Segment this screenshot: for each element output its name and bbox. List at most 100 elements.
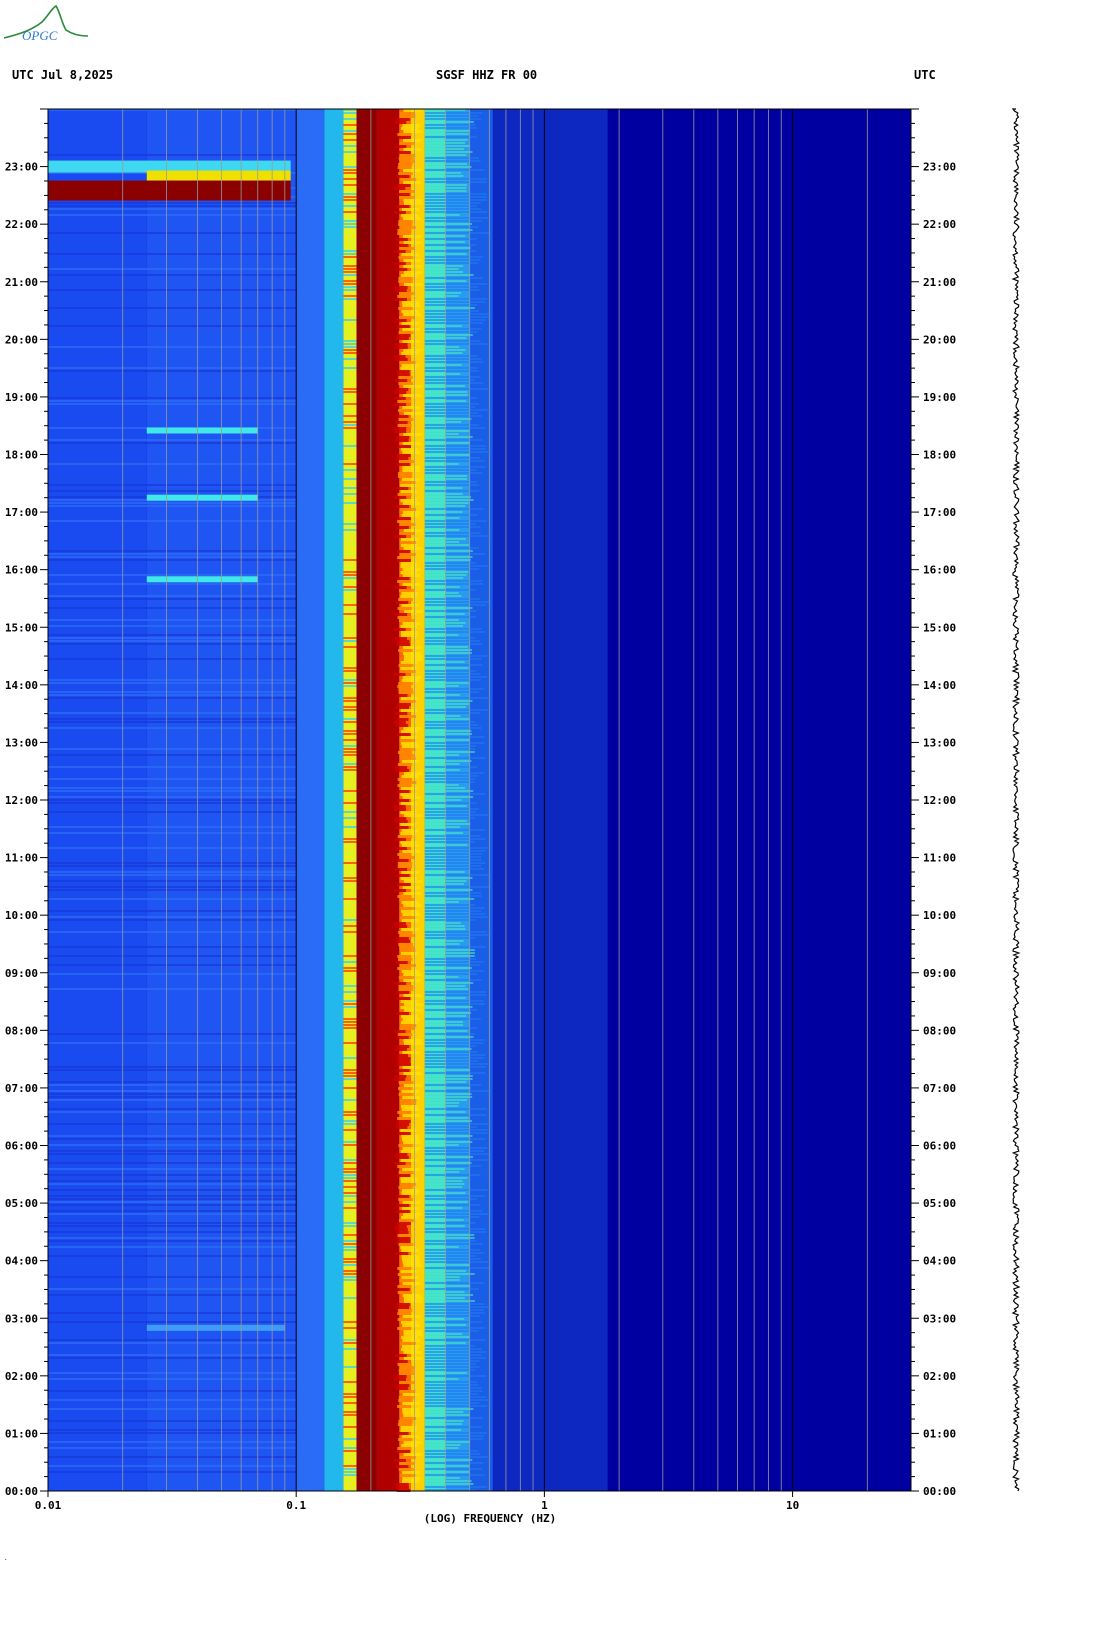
spectral-row (48, 1144, 297, 1146)
spectral-row (424, 541, 460, 543)
spectral-row (402, 1393, 421, 1396)
spectral-row (343, 1024, 357, 1026)
spectral-row (48, 811, 297, 813)
spectral-row (343, 388, 357, 390)
spectral-row (48, 1189, 297, 1191)
spectral-row (424, 739, 471, 741)
spectral-row (401, 1090, 419, 1093)
spectral-row (403, 271, 423, 274)
y-tick-label: 15:00 (5, 621, 38, 634)
spectral-row (424, 811, 476, 813)
spectral-row (424, 586, 460, 588)
spectral-row (343, 1348, 357, 1350)
spectral-row (424, 676, 488, 678)
spectral-row (398, 1438, 413, 1441)
spectral-row (402, 1477, 421, 1480)
spectral-row (424, 994, 487, 996)
spectral-row (48, 1066, 297, 1068)
spectral-row (424, 709, 488, 711)
spectral-row (424, 1159, 489, 1161)
spectral-row (395, 415, 409, 418)
spectral-row (400, 787, 418, 790)
spectral-row (424, 889, 473, 891)
spectral-row (343, 223, 357, 225)
spectral-row (395, 706, 409, 709)
spectral-row (343, 265, 357, 267)
spectral-row (424, 325, 462, 327)
spectral-row (343, 1465, 357, 1467)
spectral-row (395, 718, 409, 721)
spectral-row (343, 967, 357, 969)
spectral-row (396, 1306, 410, 1309)
spectral-row (395, 457, 409, 460)
spectral-row (424, 460, 485, 462)
spectral-row (48, 505, 297, 507)
spectral-row (399, 190, 415, 193)
spectral-row (395, 1153, 408, 1156)
spectral-row (424, 160, 481, 162)
spectral-row (398, 1369, 414, 1372)
spectral-row (343, 841, 357, 843)
spectral-row (402, 574, 421, 577)
spectral-row (424, 1456, 489, 1458)
spectral-row (48, 574, 297, 576)
spectral-row (398, 460, 415, 463)
spectral-row (399, 1027, 416, 1030)
spectral-row (424, 448, 486, 450)
spectral-row (424, 1084, 482, 1086)
spectral-row (48, 712, 297, 714)
spectral-row (424, 1012, 472, 1014)
spectral-row (396, 940, 411, 943)
spectral-row (396, 1450, 410, 1453)
spectral-row (343, 199, 357, 201)
x-tick-label: 0.01 (35, 1499, 62, 1512)
spectral-row (343, 1042, 357, 1044)
spectral-row (343, 802, 357, 804)
spectral-row (424, 1246, 459, 1248)
spectral-row (424, 553, 485, 555)
spectral-row (402, 850, 421, 853)
spectral-row (424, 1189, 488, 1191)
spectral-row (343, 139, 357, 141)
spectral-row (343, 1411, 357, 1413)
spectral-row (48, 1432, 297, 1434)
spectral-row (424, 961, 484, 963)
spectral-row (424, 862, 486, 864)
spectral-row (395, 961, 408, 964)
spectral-row (343, 721, 357, 723)
spectral-row (397, 778, 413, 781)
spectral-row (395, 343, 408, 346)
spectral-row (424, 724, 479, 726)
spectral-row (343, 1192, 357, 1194)
spectral-row (399, 1474, 416, 1477)
spectral-row (424, 949, 475, 951)
spectral-row (398, 307, 413, 310)
spectral-row (424, 424, 480, 426)
spectral-row (424, 1117, 469, 1119)
spectral-row (398, 1468, 414, 1471)
spectral-row (402, 1402, 420, 1405)
spectral-row (399, 532, 415, 535)
spectral-row (397, 475, 413, 478)
spectral-row (402, 1294, 421, 1297)
spectral-row (343, 118, 357, 120)
spectral-row (396, 1057, 411, 1060)
spectral-row (424, 664, 483, 666)
spectral-row (424, 790, 474, 792)
spectral-row (48, 637, 297, 639)
spectral-row (402, 913, 421, 916)
spectral-row (403, 148, 422, 151)
spectral-row (424, 445, 487, 447)
spectral-row (48, 619, 297, 621)
spectral-row (397, 958, 413, 961)
spectral-row (343, 1021, 357, 1023)
spectral-row (396, 799, 410, 802)
spectral-row (343, 352, 357, 354)
spectral-row (424, 1414, 470, 1416)
spectral-row (401, 844, 419, 847)
spectral-row (394, 1162, 406, 1165)
spectral-row (343, 730, 357, 732)
spectral-row (343, 286, 357, 288)
spectral-row (48, 691, 297, 693)
spectral-row (424, 1129, 488, 1131)
